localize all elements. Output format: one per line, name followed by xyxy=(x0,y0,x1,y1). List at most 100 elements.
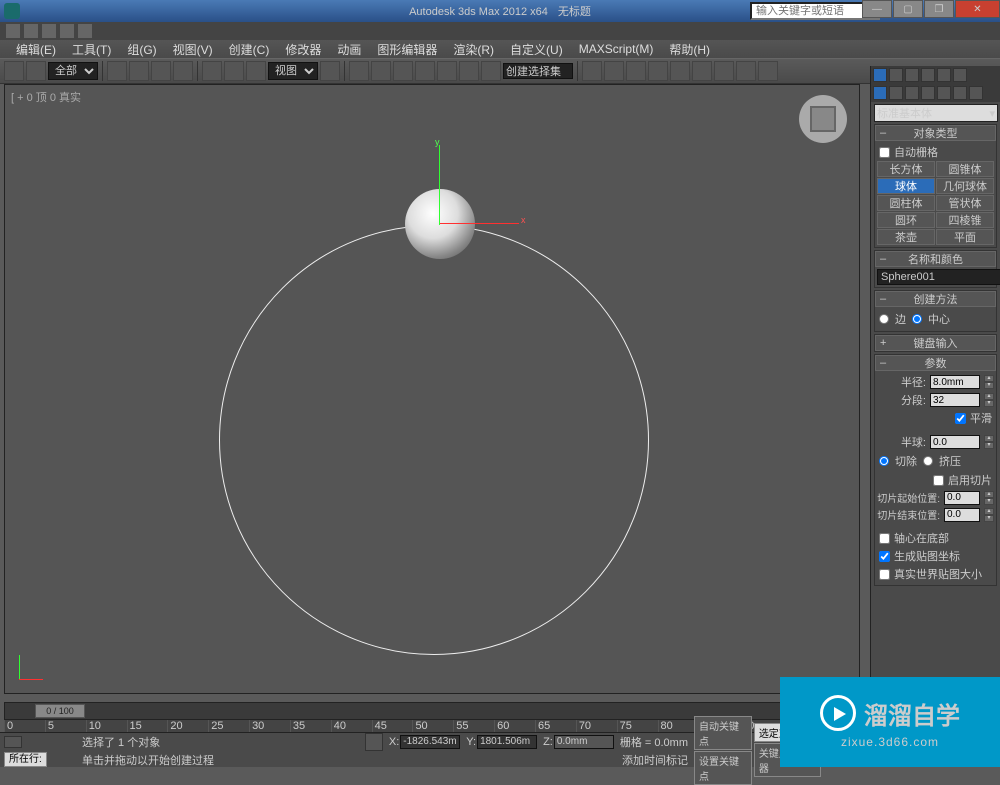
hierarchy-tab-icon[interactable] xyxy=(905,68,919,82)
mirror-icon[interactable] xyxy=(582,61,602,81)
select-icon[interactable] xyxy=(107,61,127,81)
coord-y-input[interactable] xyxy=(477,735,537,749)
display-tab-icon[interactable] xyxy=(937,68,951,82)
layer-icon[interactable] xyxy=(626,61,646,81)
object-name-input[interactable] xyxy=(877,269,1000,285)
menu-tools[interactable]: 工具(T) xyxy=(64,41,119,58)
line-number-button[interactable]: 所在行: xyxy=(4,752,47,767)
viewport[interactable]: [ + 0 顶 0 真实 x y xyxy=(4,84,860,694)
menu-rendering[interactable]: 渲染(R) xyxy=(445,41,502,58)
menu-group[interactable]: 组(G) xyxy=(119,41,164,58)
torus-button[interactable]: 圆环 xyxy=(877,212,935,228)
segments-spinner[interactable] xyxy=(930,393,980,407)
menu-create[interactable]: 创建(C) xyxy=(221,41,278,58)
move-icon[interactable] xyxy=(202,61,222,81)
align-icon[interactable] xyxy=(604,61,624,81)
tube-button[interactable]: 管状体 xyxy=(936,195,994,211)
menu-modifiers[interactable]: 修改器 xyxy=(277,41,329,58)
box-button[interactable]: 长方体 xyxy=(877,161,935,177)
gizmo-x-axis[interactable] xyxy=(439,223,519,224)
select-region-icon[interactable] xyxy=(151,61,171,81)
render-setup-icon[interactable] xyxy=(714,61,734,81)
close-button[interactable]: ✕ xyxy=(955,0,1000,18)
rollout-keyboard-entry[interactable]: +键盘输入 xyxy=(875,335,996,351)
lights-icon[interactable] xyxy=(905,86,919,100)
manipulate-icon[interactable] xyxy=(349,61,369,81)
autokey-button[interactable]: 自动关键点 xyxy=(694,716,752,750)
app-icon[interactable] xyxy=(4,3,20,19)
circle-spline[interactable] xyxy=(219,225,649,655)
render-icon[interactable] xyxy=(758,61,778,81)
setkey-button[interactable]: 设置关键点 xyxy=(694,751,752,785)
slice-from-spinner[interactable] xyxy=(944,491,980,505)
edit-named-sel-icon[interactable] xyxy=(481,61,501,81)
helpers-icon[interactable] xyxy=(937,86,951,100)
menu-animation[interactable]: 动画 xyxy=(329,41,369,58)
restore-button[interactable]: ❐ xyxy=(924,0,954,18)
rotate-icon[interactable] xyxy=(224,61,244,81)
pivot-icon[interactable] xyxy=(320,61,340,81)
unlink-icon[interactable] xyxy=(26,61,46,81)
rollout-parameters[interactable]: –参数 xyxy=(875,355,996,371)
time-slider-handle[interactable]: 0 / 100 xyxy=(35,704,85,718)
rollout-creation-method[interactable]: –创建方法 xyxy=(875,291,996,307)
pyramid-button[interactable]: 四棱锥 xyxy=(936,212,994,228)
window-crossing-icon[interactable] xyxy=(173,61,193,81)
chop-radio[interactable] xyxy=(879,456,889,466)
menu-maxscript[interactable]: MAXScript(M) xyxy=(571,42,662,56)
realworld-checkbox[interactable] xyxy=(879,569,890,580)
create-tab-icon[interactable] xyxy=(873,68,887,82)
maxscript-mini-icon[interactable] xyxy=(4,736,22,748)
rollout-object-type[interactable]: –对象类型 xyxy=(875,125,996,141)
hemisphere-spinner[interactable] xyxy=(930,435,980,449)
spacewarps-icon[interactable] xyxy=(953,86,967,100)
undo-icon[interactable] xyxy=(60,24,74,38)
named-selection-input[interactable] xyxy=(503,63,573,79)
snap-toggle-icon[interactable] xyxy=(393,61,413,81)
smooth-checkbox[interactable] xyxy=(955,413,966,424)
coord-z-input[interactable] xyxy=(554,735,614,749)
geosphere-button[interactable]: 几何球体 xyxy=(936,178,994,194)
coord-x-input[interactable] xyxy=(400,735,460,749)
gen-map-checkbox[interactable] xyxy=(879,551,890,562)
shapes-icon[interactable] xyxy=(889,86,903,100)
menu-customize[interactable]: 自定义(U) xyxy=(502,41,571,58)
menu-edit[interactable]: 编辑(E) xyxy=(8,41,64,58)
modify-tab-icon[interactable] xyxy=(889,68,903,82)
save-icon[interactable] xyxy=(42,24,56,38)
motion-tab-icon[interactable] xyxy=(921,68,935,82)
gizmo-y-axis[interactable] xyxy=(439,145,440,225)
slice-to-spinner[interactable] xyxy=(944,508,980,522)
cone-button[interactable]: 圆锥体 xyxy=(936,161,994,177)
menu-views[interactable]: 视图(V) xyxy=(165,41,221,58)
scale-icon[interactable] xyxy=(246,61,266,81)
maximize-button[interactable]: ▢ xyxy=(893,0,923,18)
sphere-object[interactable] xyxy=(405,189,475,259)
keyboard-shortcut-icon[interactable] xyxy=(371,61,391,81)
add-time-tag[interactable]: 添加时间标记 xyxy=(622,752,688,768)
geometry-icon[interactable] xyxy=(873,86,887,100)
lock-selection-icon[interactable] xyxy=(365,733,383,751)
center-radio[interactable] xyxy=(912,314,922,324)
rollout-name-color[interactable]: –名称和颜色 xyxy=(875,251,996,267)
base-pivot-checkbox[interactable] xyxy=(879,533,890,544)
open-icon[interactable] xyxy=(24,24,38,38)
percent-snap-icon[interactable] xyxy=(437,61,457,81)
viewcube[interactable] xyxy=(799,95,847,143)
cylinder-button[interactable]: 圆柱体 xyxy=(877,195,935,211)
ref-coord-system[interactable]: 视图 xyxy=(268,62,318,80)
edge-radio[interactable] xyxy=(879,314,889,324)
redo-icon[interactable] xyxy=(78,24,92,38)
selection-filter[interactable]: 全部 xyxy=(48,62,98,80)
sphere-button[interactable]: 球体 xyxy=(877,178,935,194)
schematic-icon[interactable] xyxy=(670,61,690,81)
systems-icon[interactable] xyxy=(969,86,983,100)
radius-up[interactable]: ▴ xyxy=(984,375,994,382)
angle-snap-icon[interactable] xyxy=(415,61,435,81)
material-editor-icon[interactable] xyxy=(692,61,712,81)
menu-help[interactable]: 帮助(H) xyxy=(661,41,718,58)
squash-radio[interactable] xyxy=(923,456,933,466)
menu-graph-editors[interactable]: 图形编辑器 xyxy=(369,41,445,58)
radius-spinner[interactable] xyxy=(930,375,980,389)
rendered-frame-icon[interactable] xyxy=(736,61,756,81)
